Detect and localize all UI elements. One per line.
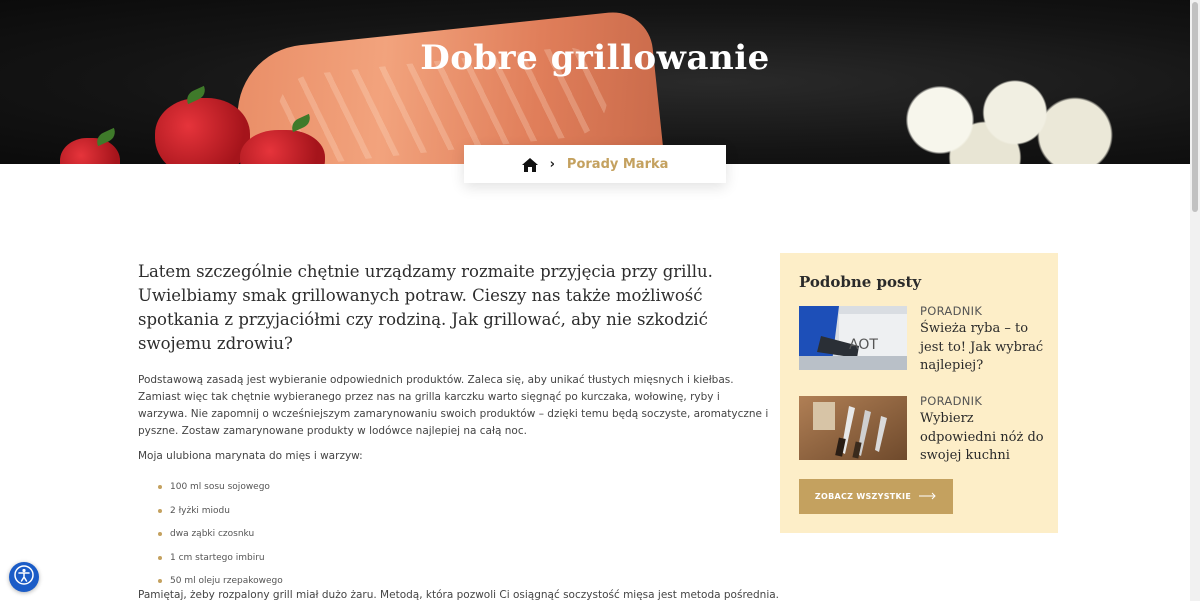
list-item: 100 ml sosu sojowego xyxy=(158,479,770,503)
related-post[interactable]: PORADNIK Wybierz odpowiedni nóż do swoje… xyxy=(799,394,1050,466)
article-lead: Latem szczególnie chętnie urządzamy rozm… xyxy=(138,262,713,353)
article-paragraph: Pamiętaj, żeby rozpalony grill miał dużo… xyxy=(138,589,778,601)
ingredient-list: 100 ml sosu sojowego 2 łyżki miodu dwa z… xyxy=(138,479,770,597)
accessibility-icon xyxy=(14,565,34,589)
scrollbar-thumb[interactable] xyxy=(1192,2,1198,212)
list-item: 2 łyżki miodu xyxy=(158,503,770,527)
page-title: Dobre grillowanie xyxy=(420,38,770,78)
thumbnail-text: AOT xyxy=(849,337,878,353)
hero-banner: Dobre grillowanie xyxy=(0,0,1190,164)
see-all-button[interactable]: ZOBACZ WSZYSTKIE xyxy=(799,479,953,514)
related-post[interactable]: AOT PORADNIK Świeża ryba – to jest to! J… xyxy=(799,304,1050,376)
list-item: dwa ząbki czosnku xyxy=(158,526,770,550)
article-paragraph: Podstawową zasadą jest wybieranie odpowi… xyxy=(138,374,769,437)
post-title[interactable]: Wybierz odpowiedni nóż do swojej kuchni xyxy=(920,410,1050,466)
breadcrumb-current[interactable]: Porady Marka xyxy=(567,157,669,172)
sidebar-title: Podobne posty xyxy=(799,273,922,291)
page-scrollbar[interactable] xyxy=(1190,0,1200,601)
breadcrumb-separator: › xyxy=(549,156,555,172)
strawberry-image xyxy=(155,98,250,164)
article-content: Latem szczególnie chętnie urządzamy rozm… xyxy=(138,260,770,597)
see-all-label: ZOBACZ WSZYSTKIE xyxy=(814,492,912,501)
strawberry-image xyxy=(60,138,120,164)
article-paragraph: Moja ulubiona marynata do mięs i warzyw: xyxy=(138,450,363,462)
home-icon[interactable] xyxy=(521,157,538,172)
post-thumbnail-fish[interactable]: AOT xyxy=(799,306,907,370)
accessibility-button[interactable] xyxy=(9,562,39,592)
post-category: PORADNIK xyxy=(920,304,983,318)
list-item: 1 cm startego imbiru xyxy=(158,550,770,574)
post-title[interactable]: Świeża ryba – to jest to! Jak wybrać naj… xyxy=(920,320,1050,376)
post-thumbnail-knives[interactable] xyxy=(799,396,907,460)
post-category: PORADNIK xyxy=(920,394,983,408)
arrow-right-icon xyxy=(919,492,937,502)
breadcrumb: › Porady Marka xyxy=(464,145,726,183)
related-posts-sidebar: Podobne posty AOT PORADNIK Świeża ryba –… xyxy=(780,253,1058,533)
